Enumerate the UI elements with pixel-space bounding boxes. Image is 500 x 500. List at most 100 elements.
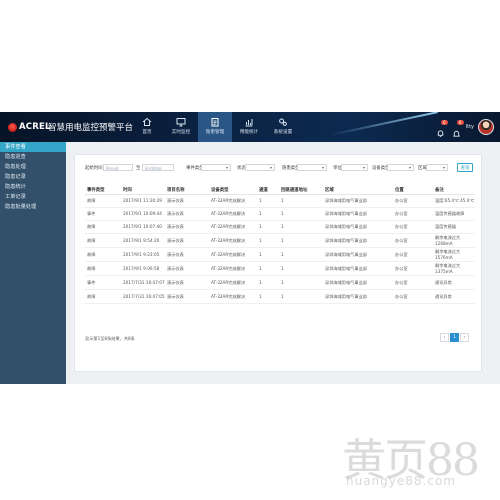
col-header[interactable]: 区域 [323,185,393,195]
top-header: ACREL 智慧用电监控预警平台 首页 实时监控 隐患管理 用能统计 系统设置 … [0,112,500,142]
nav-monitor-label: 实时监控 [171,130,191,135]
prev-page-button[interactable]: ‹ [440,333,449,342]
sidebar: 事件查看 隐患巡查 隐患处理 隐患记录 隐患统计 工单记录 隐患批量处理 [0,142,66,384]
table-cell: AT-32AR完成解决 [209,275,257,290]
header-light-streak [329,112,438,136]
table-cell: 办公室 [393,275,433,290]
nav-hazard-management[interactable]: 隐患管理 [198,112,232,142]
table-cell: 办公室 [393,247,433,262]
table-cell: 温度传感器 [433,220,475,234]
notification-count-badge: 0 [440,119,448,125]
time-filter-label: 起始时间 [85,166,103,171]
nav-energy-stats[interactable]: 用能统计 [232,112,266,142]
status-select[interactable] [245,164,275,171]
table-cell: 故障 [85,220,121,234]
alarm-count-badge: 8 [456,119,464,125]
table-header-row: 事件类型 时间 项目名称 设备类型 通道 回路通道地址 区域 位置 备注 [85,185,475,195]
table-cell: 演示仪表 [165,194,209,208]
table-row[interactable]: 故障 2017/7/31 16:47:05 演示仪表 AT-32AR完成解决 1… [85,289,475,304]
table-cell: 剩余电流过大 1268mA [433,233,475,248]
table-cell: 1 [257,261,279,276]
next-page-button[interactable]: › [460,333,469,342]
avatar[interactable] [478,119,494,135]
table-cell: 1 [257,275,279,290]
table-row[interactable]: 事件 2017/7/31 16:47:07 演示仪表 AT-32AR完成解决 1… [85,275,475,290]
table-cell: 办公室 [393,261,433,276]
sidebar-item-work-orders[interactable]: 工单记录 [0,192,66,202]
hazard-type-select[interactable] [297,164,327,171]
alarm-button[interactable]: 8 [452,119,464,137]
table-cell: 深圳海域用电气事业部 [323,207,393,221]
start-date-input[interactable]: Period [103,164,133,171]
col-header[interactable]: 时间 [121,185,165,195]
notification-button[interactable]: 0 [436,119,448,137]
col-header[interactable]: 通道 [257,185,279,195]
table-cell: 1 [257,194,279,208]
table-cell: 演示仪表 [165,207,209,221]
table-cell: 剩余电流过大 1375mA [433,261,475,276]
col-header[interactable]: 事件类型 [85,185,121,195]
sidebar-item-hazard-records[interactable]: 隐患记录 [0,172,66,182]
region-select[interactable] [426,164,448,171]
table-row[interactable]: 事件 2017/9/1 10:09:44 演示仪表 AT-32AR完成解决 1 … [85,207,475,221]
table-cell: 办公室 [393,233,433,248]
col-header[interactable]: 备注 [433,185,475,195]
table-row[interactable]: 故障 2017/9/1 9:06:58 演示仪表 AT-32AR完成解决 1 1… [85,261,475,276]
end-date-input[interactable]: Enddate [142,164,174,171]
table-cell: 1 [279,247,323,262]
table-cell: 深圳海域用电气事业部 [323,247,393,262]
table-cell: 1 [279,207,323,221]
col-header[interactable]: 设备类型 [209,185,257,195]
monitor-icon [176,118,186,127]
brand-logo-text: ACREL [19,122,51,132]
col-header[interactable]: 位置 [393,185,433,195]
query-button[interactable]: 查询 [457,163,473,172]
table-cell: 故障 [85,261,121,276]
table-cell: 故障 [85,247,121,262]
sidebar-item-hazard-inspection[interactable]: 隐患巡查 [0,152,66,162]
unit-select[interactable] [341,164,368,171]
table-cell: 故障 [85,194,121,208]
nav-home[interactable]: 首页 [130,112,164,142]
app-title: 智慧用电监控预警平台 [48,123,134,133]
nav-system-settings[interactable]: 系统设置 [266,112,300,142]
table-cell: 温度传感器故障 [433,207,475,221]
table-cell: 深圳海域用电气事业部 [323,289,393,304]
table-cell: 1 [279,261,323,276]
watermark: 黄页88 huangye88.com [342,424,492,494]
table-row[interactable]: 故障 2017/9/1 10:07:40 演示仪表 AT-32AR完成解决 1 … [85,220,475,234]
table-cell: 1 [279,220,323,234]
table-cell: 深圳海域用电气事业部 [323,220,393,234]
table-cell: 演示仪表 [165,289,209,304]
main-content: 事件查看 起始时间 Period 至 Enddate 事件类型 状态 隐患类型 … [66,142,500,384]
table-cell: 2017/7/31 16:47:07 [121,275,165,290]
sidebar-item-batch-handling[interactable]: 隐患批量处理 [0,202,66,212]
table-row[interactable]: 故障 2017/9/1 9:23:05 演示仪表 AT-32AR完成解决 1 1… [85,247,475,262]
col-header[interactable]: 项目名称 [165,185,209,195]
sidebar-item-hazard-statistics[interactable]: 隐患统计 [0,182,66,192]
table-cell: 深圳海域用电气事业部 [323,194,393,208]
table-cell: 2017/9/1 9:54:20 [121,233,165,248]
alarm-icon [453,130,460,137]
chevron-down-icon [409,167,411,169]
gears-icon [279,118,287,126]
event-type-select[interactable] [201,164,231,171]
device-type-select[interactable] [387,164,414,171]
pagination: ‹ 1 › [439,333,469,342]
table-row[interactable]: 故障 2017/9/1 9:54:20 演示仪表 AT-32AR完成解决 1 1… [85,233,475,248]
table-cell: AT-32AR完成解决 [209,247,257,262]
col-header[interactable]: 回路通道地址 [279,185,323,195]
table-cell: 事件 [85,275,121,290]
sidebar-item-hazard-handling[interactable]: 隐患处理 [0,162,66,172]
bell-icon [437,129,443,137]
chevron-down-icon [363,167,365,169]
page-1-button[interactable]: 1 [450,333,459,342]
table-cell: 1 [279,275,323,290]
home-icon [142,117,152,126]
table-cell: 办公室 [393,194,433,208]
table-cell: AT-32AR完成解决 [209,194,257,208]
sidebar-item-event-view[interactable]: 事件查看 [0,142,66,152]
nav-monitor[interactable]: 实时监控 [164,112,198,142]
table-row[interactable]: 故障 2017/9/1 11:30:29 演示仪表 AT-32AR完成解决 1 … [85,194,475,208]
table-cell: 办公室 [393,220,433,234]
